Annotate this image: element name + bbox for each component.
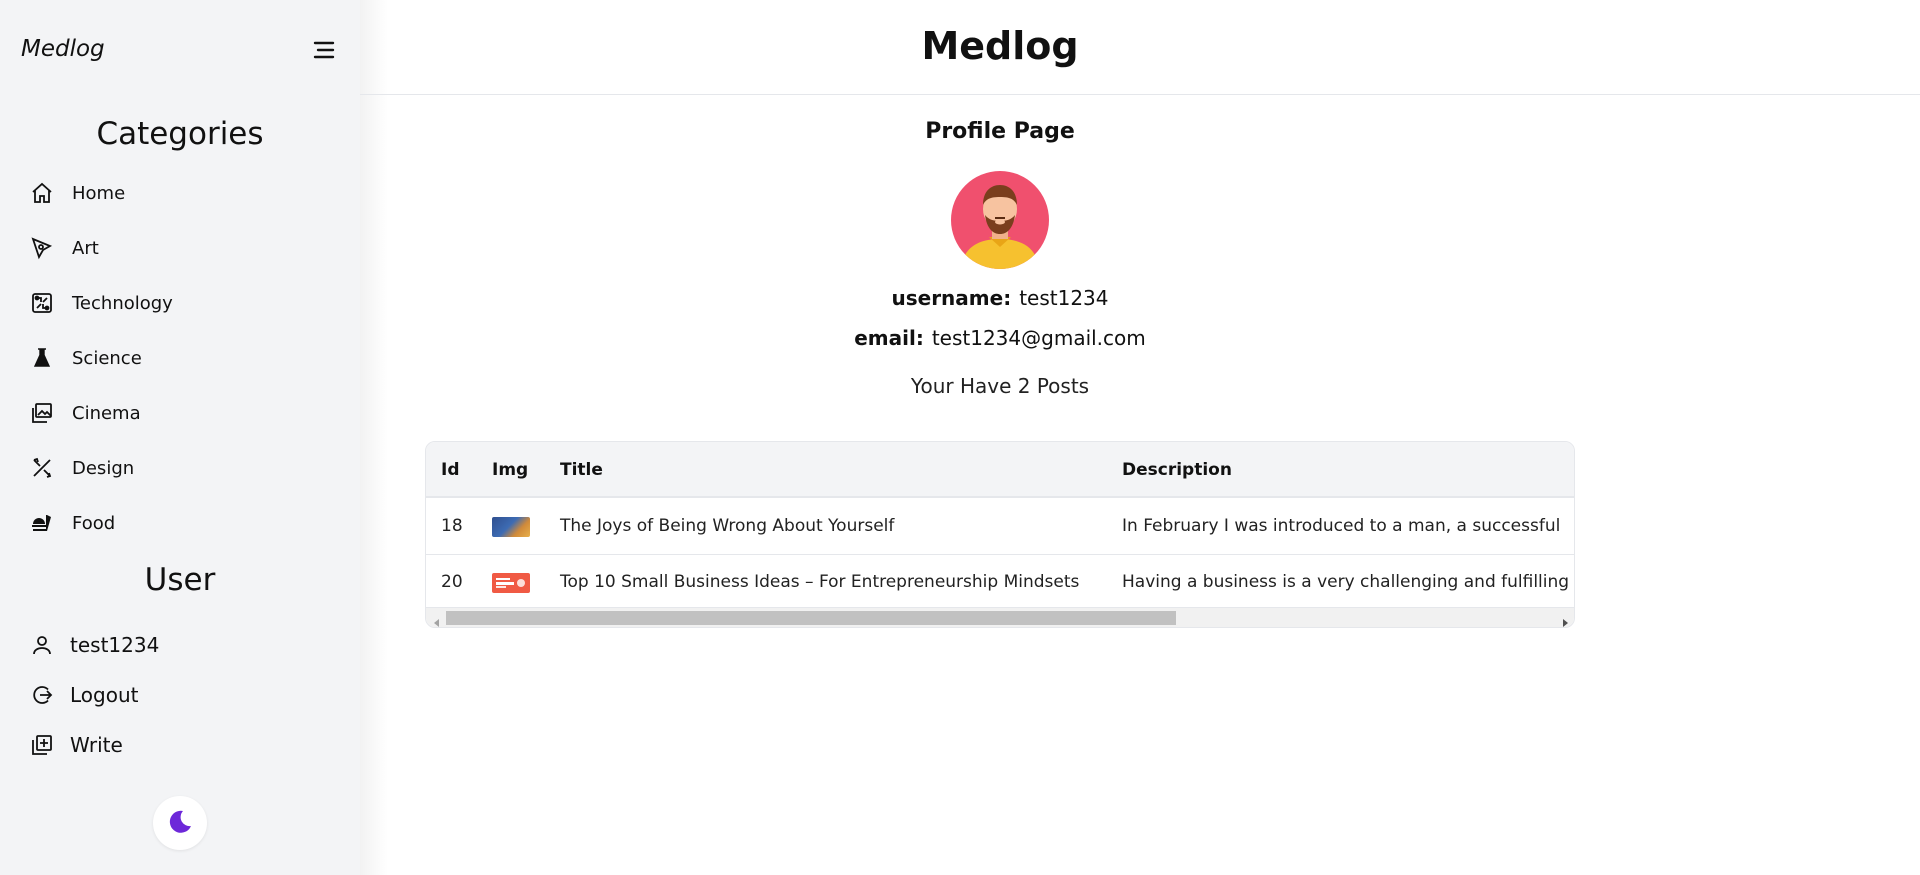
horizontal-scrollbar[interactable] — [426, 607, 1574, 627]
scrollbar-thumb[interactable] — [446, 611, 1176, 625]
sidebar: Medlog Categories Home Art Technology Sc… — [0, 0, 360, 875]
sidebar-item-label: Technology — [72, 292, 173, 314]
scroll-right-icon[interactable] — [1560, 613, 1570, 627]
sidebar-item-food[interactable]: Food — [28, 506, 115, 540]
top-header: Medlog — [360, 0, 1920, 95]
theme-toggle-button[interactable] — [153, 796, 207, 850]
row-title[interactable]: Top 10 Small Business Ideas – For Entrep… — [560, 572, 1079, 592]
sidebar-item-cinema[interactable]: Cinema — [28, 396, 141, 430]
categories-heading: Categories — [96, 116, 264, 152]
username-value: test1234 — [1019, 286, 1109, 310]
email-label: email: — [854, 326, 924, 350]
posts-count: Your Have 2 Posts — [910, 374, 1090, 398]
sidebar-item-science[interactable]: Science — [28, 341, 142, 375]
circuit-icon — [28, 289, 56, 317]
column-header-id: Id — [441, 460, 460, 480]
post-thumbnail[interactable] — [492, 517, 530, 537]
email-value: test1234@gmail.com — [931, 326, 1146, 350]
column-header-title: Title — [560, 460, 603, 480]
menu-icon[interactable] — [312, 38, 336, 62]
email-line: email: test1234@gmail.com — [360, 326, 1640, 350]
user-icon — [28, 631, 56, 659]
sidebar-item-technology[interactable]: Technology — [28, 286, 173, 320]
sidebar-item-logout[interactable]: Logout — [28, 678, 138, 712]
sidebar-item-label: Write — [70, 733, 123, 757]
table-header: Id Img Title Description — [426, 442, 1574, 498]
write-icon — [28, 731, 56, 759]
row-description: Having a business is a very challenging … — [1122, 572, 1570, 592]
design-tools-icon — [28, 454, 56, 482]
row-title[interactable]: The Joys of Being Wrong About Yourself — [560, 516, 894, 536]
images-icon — [28, 399, 56, 427]
sidebar-item-label: Home — [72, 182, 126, 204]
sidebar-item-design[interactable]: Design — [28, 451, 134, 485]
scroll-left-icon[interactable] — [432, 613, 442, 627]
pen-tool-icon — [28, 234, 56, 262]
sidebar-item-label: Logout — [70, 683, 139, 707]
username-line: username: test1234 — [360, 286, 1640, 310]
sidebar-item-label: Cinema — [72, 402, 141, 424]
column-header-img: Img — [492, 460, 529, 480]
table-row[interactable]: 18 The Joys of Being Wrong About Yoursel… — [426, 499, 1574, 555]
username-label: username: — [891, 286, 1012, 310]
food-icon — [28, 509, 56, 537]
sidebar-item-label: test1234 — [70, 633, 160, 657]
home-icon — [28, 179, 56, 207]
page-title: Profile Page — [925, 119, 1075, 144]
posts-table: Id Img Title Description 18 The Joys of … — [425, 441, 1575, 628]
sidebar-item-write[interactable]: Write — [28, 728, 123, 762]
post-thumbnail[interactable] — [492, 573, 530, 593]
sidebar-item-label: Art — [72, 237, 99, 259]
sidebar-item-profile[interactable]: test1234 — [28, 628, 159, 662]
row-id: 18 — [441, 516, 463, 536]
logout-icon — [28, 681, 56, 709]
avatar — [951, 171, 1049, 269]
user-heading: User — [144, 562, 216, 598]
sidebar-item-label: Food — [72, 512, 116, 534]
sidebar-item-art[interactable]: Art — [28, 231, 99, 265]
sidebar-item-label: Design — [72, 457, 135, 479]
row-id: 20 — [441, 572, 463, 592]
sidebar-item-home[interactable]: Home — [28, 176, 125, 210]
column-header-description: Description — [1122, 460, 1232, 480]
table-row[interactable]: 20 Top 10 Small Business Ideas – For Ent… — [426, 555, 1574, 611]
moon-stars-icon — [165, 806, 195, 840]
header-title: Medlog — [921, 24, 1079, 68]
sidebar-item-label: Science — [72, 347, 142, 369]
row-description: In February I was introduced to a man, a… — [1122, 516, 1561, 536]
sidebar-brand[interactable]: Medlog — [21, 36, 105, 62]
flask-icon — [28, 344, 56, 372]
